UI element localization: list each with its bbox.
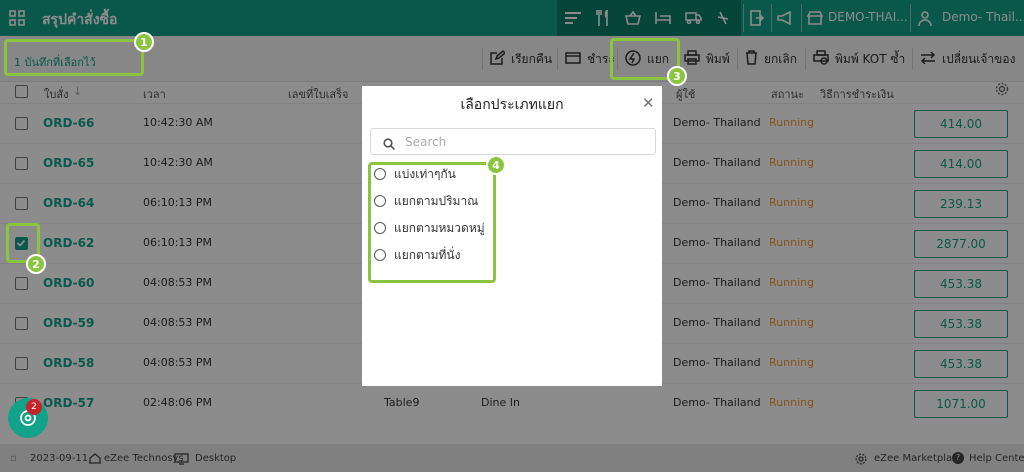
search-icon xyxy=(383,135,396,154)
step-badge-2: 2 xyxy=(26,254,46,274)
notification-badge: 2 xyxy=(26,399,42,415)
close-icon[interactable]: ✕ xyxy=(642,94,655,112)
search-placeholder: Search xyxy=(405,135,447,149)
modal-title: เลือกประเภทแยก xyxy=(460,97,564,113)
search-input[interactable]: Search xyxy=(370,128,656,155)
highlight-box-1 xyxy=(4,39,144,76)
step-badge-3: 3 xyxy=(667,66,687,86)
highlight-box-4 xyxy=(368,162,496,283)
step-badge-4: 4 xyxy=(486,155,506,175)
step-badge-1: 1 xyxy=(134,32,154,52)
